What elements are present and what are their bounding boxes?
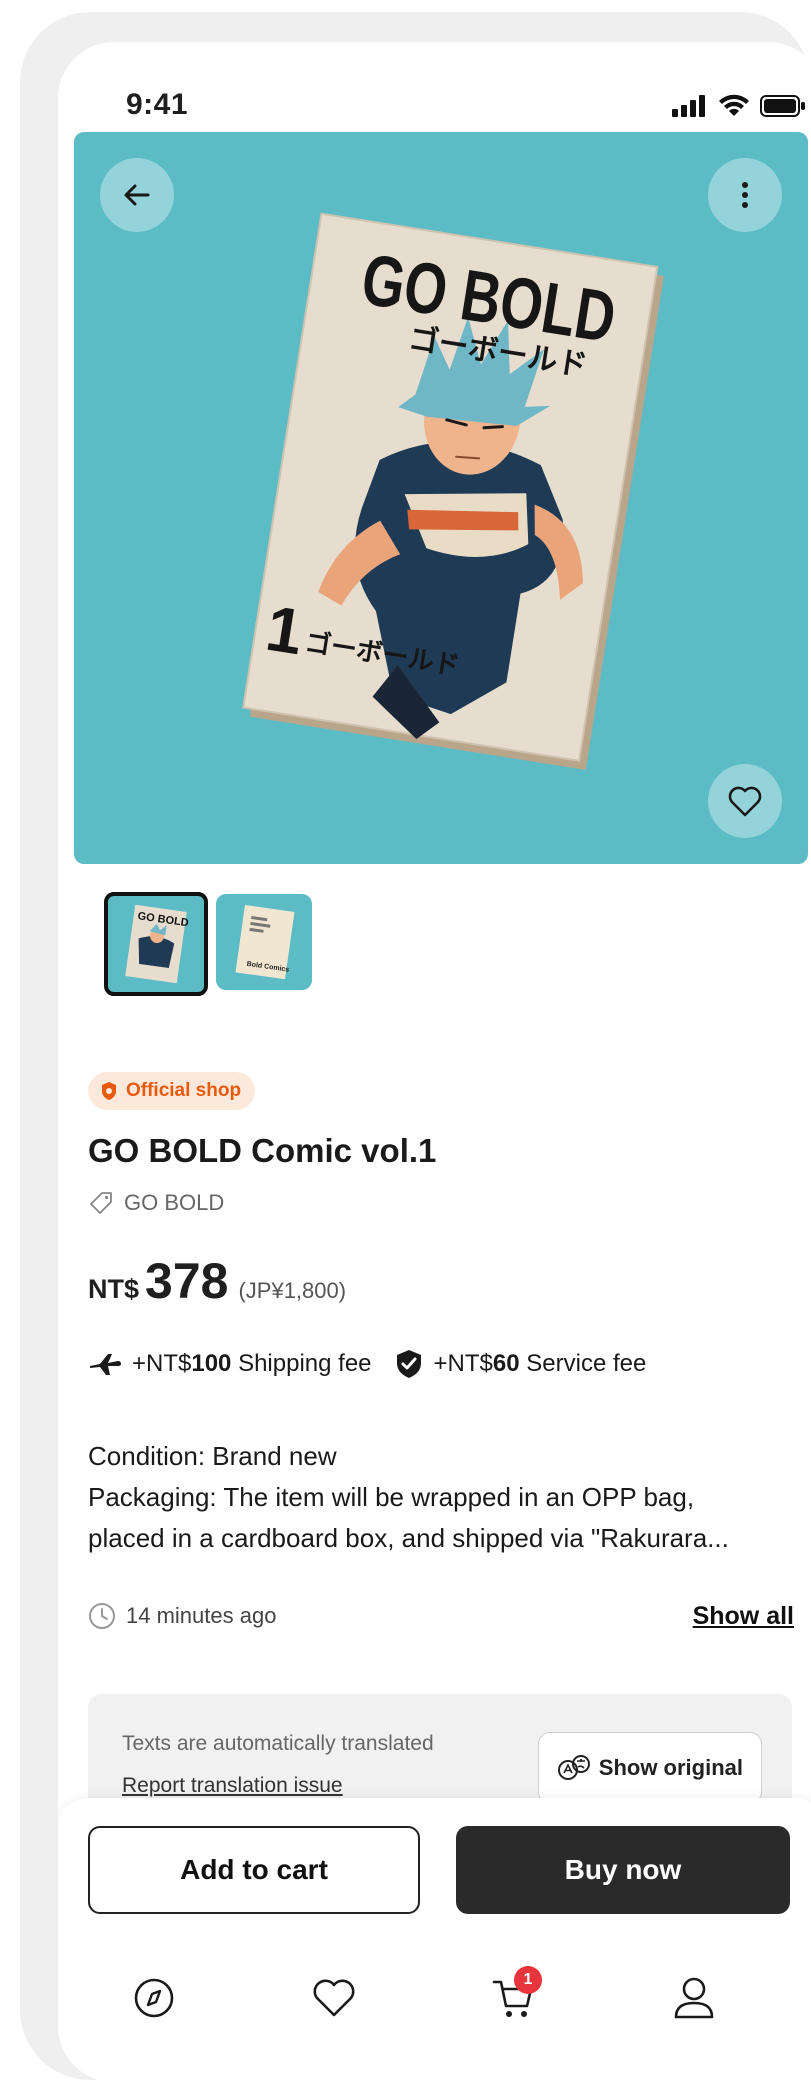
price-amount: 378 xyxy=(145,1253,229,1309)
nav-profile[interactable] xyxy=(664,1968,724,2028)
shield-check-icon xyxy=(396,1350,421,1378)
product-title: GO BOLD Comic vol.1 xyxy=(88,1132,437,1169)
posted-time: 14 minutes ago xyxy=(88,1602,276,1630)
bottom-action-bar: Add to cart Buy now 1 xyxy=(58,1798,811,2082)
show-original-label: Show original xyxy=(598,1755,743,1780)
comic-cover-illustration: GO BOLD ゴーボールド 1 ゴーボールド xyxy=(242,212,664,770)
more-options-button[interactable] xyxy=(708,158,782,232)
shipping-fee-amount: 100 xyxy=(191,1350,232,1377)
report-translation-link[interactable]: Report translation issue xyxy=(122,1774,343,1798)
cart-count-badge: 1 xyxy=(514,1966,542,1994)
service-fee-label: Service fee xyxy=(526,1350,647,1377)
nav-favorites[interactable] xyxy=(304,1968,364,2028)
translate-icon xyxy=(557,1755,590,1780)
description-line: placed in a cardboard box, and shipped v… xyxy=(88,1523,729,1553)
product-description: Condition: Brand new Packaging: The item… xyxy=(88,1436,788,1559)
buy-now-button[interactable]: Buy now xyxy=(456,1826,790,1914)
nav-explore[interactable] xyxy=(124,1968,184,2028)
original-price: (JP¥1,800) xyxy=(238,1278,347,1303)
translation-note: Texts are automatically translated xyxy=(122,1732,434,1755)
service-fee: +NT$60 Service fee xyxy=(434,1350,647,1378)
official-shop-label: Official shop xyxy=(126,1080,242,1101)
price-currency: NT$ xyxy=(88,1274,140,1304)
device-frame: 9:41 GO BOLD ゴーボールド 1 ゴーボールド GO BOLD Bol… xyxy=(20,12,811,2082)
arrow-left-icon xyxy=(124,184,150,206)
show-original-button[interactable]: Show original xyxy=(537,1732,762,1804)
thumbnail-cover-back[interactable]: Bold Comics xyxy=(216,894,312,990)
comic-cover: GO BOLD ゴーボールド 1 ゴーボールド xyxy=(234,202,674,802)
official-shop-badge: Official shop xyxy=(88,1072,256,1110)
back-button[interactable] xyxy=(100,158,174,232)
signal-icon xyxy=(672,95,705,117)
brand-name: GO BOLD xyxy=(124,1190,225,1215)
favorite-button[interactable] xyxy=(708,764,782,838)
description-line: Packaging: The item will be wrapped in a… xyxy=(88,1482,695,1512)
airplane-icon xyxy=(90,1354,121,1375)
product-hero-image: GO BOLD ゴーボールド 1 ゴーボールド xyxy=(74,132,808,864)
price-block: NT$ 378 (JP¥1,800) xyxy=(88,1252,346,1310)
wifi-icon xyxy=(719,94,749,116)
thumbnail-back-image: Bold Comics xyxy=(235,904,295,980)
status-time: 9:41 xyxy=(126,88,189,121)
service-fee-prefix: +NT$ xyxy=(433,1350,493,1377)
nav-cart[interactable]: 1 xyxy=(484,1966,544,2028)
status-icons xyxy=(672,94,806,118)
compass-icon xyxy=(134,1978,174,2018)
thumbnail-front-image: GO BOLD xyxy=(125,904,189,984)
heart-icon xyxy=(728,786,762,817)
clock-icon xyxy=(89,1603,115,1629)
shipping-fee-label: Shipping fee xyxy=(238,1350,372,1377)
fees-row: +NT$100 Shipping fee +NT$60 Service fee xyxy=(88,1348,646,1380)
more-vertical-icon xyxy=(742,182,748,208)
thumbnail-cover-front[interactable]: GO BOLD xyxy=(104,892,208,996)
brand-tag[interactable]: GO BOLD xyxy=(88,1190,224,1216)
show-all-link[interactable]: Show all xyxy=(693,1602,794,1631)
phone-screen: 9:41 GO BOLD ゴーボールド 1 ゴーボールド GO BOLD Bol… xyxy=(58,42,811,2082)
battery-icon xyxy=(760,95,805,117)
profile-icon xyxy=(674,1977,714,2019)
shipping-fee-prefix: +NT$ xyxy=(132,1350,192,1377)
heart-icon xyxy=(313,1979,355,2017)
description-line: Condition: Brand new xyxy=(88,1441,337,1471)
shield-badge-icon xyxy=(102,1082,116,1100)
service-fee-amount: 60 xyxy=(492,1350,520,1377)
bottom-nav: 1 xyxy=(58,1966,811,2028)
posted-time-label: 14 minutes ago xyxy=(126,1603,277,1628)
shipping-fee: +NT$100 Shipping fee xyxy=(132,1350,372,1378)
add-to-cart-button[interactable]: Add to cart xyxy=(88,1826,420,1914)
tag-icon xyxy=(90,1192,112,1214)
